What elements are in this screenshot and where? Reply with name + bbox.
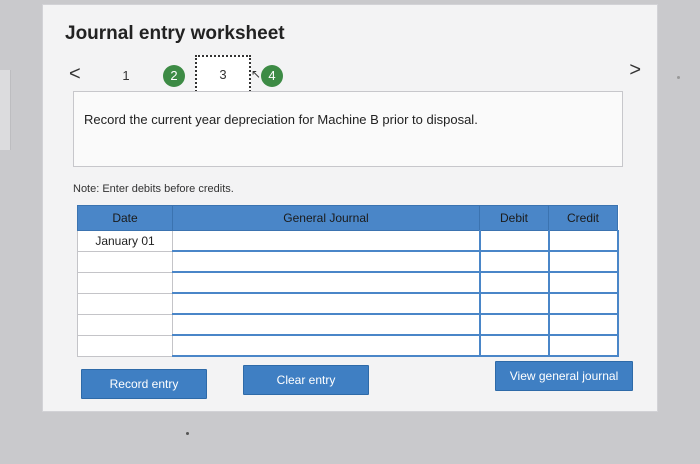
date-cell	[77, 272, 173, 294]
date-cell: January 01	[77, 230, 173, 252]
header-credit: Credit	[548, 205, 618, 231]
header-debit: Debit	[479, 205, 549, 231]
debit-input[interactable]	[479, 293, 550, 315]
debit-input[interactable]	[479, 230, 550, 252]
instruction-text: Record the current year depreciation for…	[84, 112, 478, 127]
next-step-chevron-icon[interactable]: >	[629, 59, 641, 82]
credit-input[interactable]	[548, 335, 619, 357]
step-2[interactable]: 2	[163, 65, 185, 87]
general-journal-input[interactable]	[172, 293, 481, 315]
table-row	[77, 293, 619, 315]
debit-input[interactable]	[479, 335, 550, 357]
debit-input[interactable]	[479, 272, 550, 294]
instruction-box: Record the current year depreciation for…	[73, 91, 623, 167]
table-row	[77, 335, 619, 357]
general-journal-input[interactable]	[172, 251, 481, 273]
entry-note: Note: Enter debits before credits.	[73, 183, 234, 195]
date-cell	[77, 251, 173, 273]
header-general-journal: General Journal	[172, 205, 480, 231]
date-cell	[77, 293, 173, 315]
page-title: Journal entry worksheet	[65, 23, 285, 44]
journal-table: Date General Journal Debit Credit Januar…	[77, 205, 619, 357]
header-date: Date	[77, 205, 173, 231]
debit-input[interactable]	[479, 314, 550, 336]
general-journal-input[interactable]	[172, 272, 481, 294]
decorative-dot	[186, 432, 189, 435]
credit-input[interactable]	[548, 272, 619, 294]
prev-step-chevron-icon[interactable]: <	[69, 63, 81, 86]
table-row: January 01	[77, 230, 619, 252]
credit-input[interactable]	[548, 293, 619, 315]
debit-input[interactable]	[479, 251, 550, 273]
table-row	[77, 272, 619, 294]
decorative-dot	[677, 76, 680, 79]
table-row	[77, 251, 619, 273]
table-row	[77, 314, 619, 336]
left-edge-tab	[0, 70, 11, 150]
date-cell	[77, 314, 173, 336]
credit-input[interactable]	[548, 251, 619, 273]
clear-entry-button[interactable]: Clear entry	[243, 365, 369, 395]
general-journal-input[interactable]	[172, 335, 481, 357]
worksheet-panel: Journal entry worksheet < 1 2 3 ↖ 4 > Re…	[42, 4, 658, 412]
general-journal-input[interactable]	[172, 314, 481, 336]
mouse-cursor-icon: ↖	[251, 67, 262, 81]
credit-input[interactable]	[548, 230, 619, 252]
credit-input[interactable]	[548, 314, 619, 336]
record-entry-button[interactable]: Record entry	[81, 369, 207, 399]
step-1[interactable]: 1	[115, 65, 137, 87]
view-general-journal-button[interactable]: View general journal	[495, 361, 633, 391]
step-4[interactable]: 4	[261, 65, 283, 87]
general-journal-input[interactable]	[172, 230, 481, 252]
date-cell	[77, 335, 173, 357]
